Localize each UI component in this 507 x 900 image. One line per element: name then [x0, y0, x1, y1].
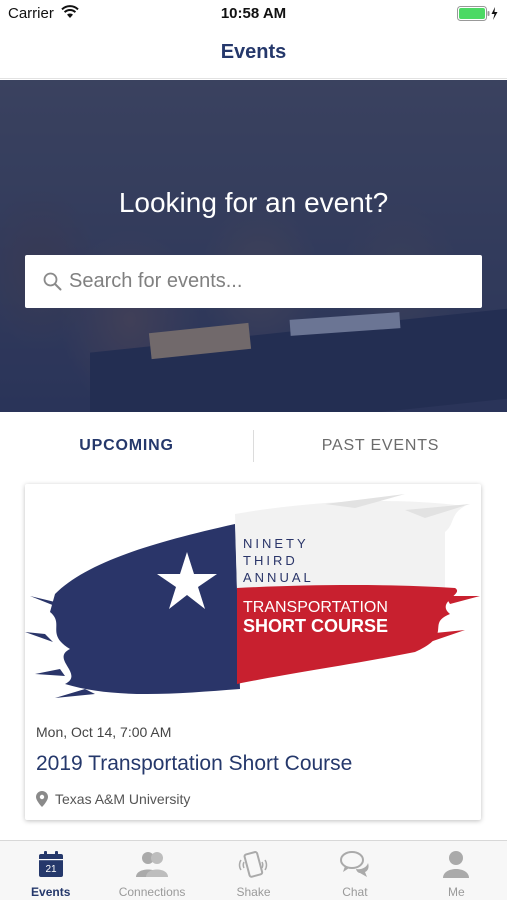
tab-bar-me[interactable]: Me	[406, 841, 507, 900]
tab-bar-label: Shake	[236, 885, 271, 899]
tab-bar-label: Events	[31, 885, 71, 899]
hero-banner: Looking for an event?	[0, 80, 507, 412]
event-date: Mon, Oct 14, 7:00 AM	[36, 724, 172, 740]
event-location: Texas A&M University	[36, 790, 190, 808]
event-location-label: Texas A&M University	[55, 791, 191, 807]
battery-charging-icon	[457, 6, 498, 21]
event-card[interactable]: NINETY THIRD ANNUAL TRANSPORTATION SHORT…	[25, 484, 481, 820]
status-bar: Carrier 10:58 AM	[0, 0, 507, 28]
calendar-badge: 21	[45, 864, 57, 875]
tab-bar-connections[interactable]: Connections	[101, 841, 202, 900]
hero-title: Looking for an event?	[118, 187, 389, 218]
bottom-tab-bar: 21 Events Connections Shake Chat Me	[0, 840, 507, 900]
tab-bar-chat[interactable]: Chat	[304, 841, 405, 900]
chat-bubbles-icon	[339, 851, 369, 877]
calendar-icon: 21	[38, 851, 63, 877]
tab-bar-label: Me	[447, 885, 465, 899]
person-icon	[443, 851, 470, 878]
navigation-bar: Events	[0, 28, 507, 79]
logo-text-short-course: SHORT COURSE	[243, 616, 388, 636]
tab-upcoming[interactable]: UPCOMING	[0, 412, 253, 480]
tab-bar-shake[interactable]: Shake	[203, 841, 304, 900]
tab-bar-label: Connections	[118, 885, 186, 899]
search-input[interactable]	[69, 255, 469, 308]
tab-bar-events[interactable]: 21 Events	[0, 841, 101, 900]
location-pin-icon	[36, 791, 48, 807]
search-icon	[43, 272, 62, 291]
event-tabs: UPCOMING PAST EVENTS	[0, 412, 507, 480]
event-title[interactable]: 2019 Transportation Short Course	[36, 752, 352, 776]
logo-text-third: THIRD	[243, 553, 298, 568]
tab-past-events[interactable]: PAST EVENTS	[254, 412, 507, 480]
status-time: 10:58 AM	[220, 5, 287, 22]
phone-shake-icon	[239, 851, 268, 878]
logo-text-ninety: NINETY	[243, 536, 309, 551]
people-icon	[136, 852, 169, 877]
tab-bar-label: Chat	[342, 885, 368, 899]
hero-overlay	[0, 80, 507, 412]
logo-text-annual: ANNUAL	[243, 570, 314, 585]
page-title: Events	[220, 41, 287, 63]
event-logo: NINETY THIRD ANNUAL TRANSPORTATION SHORT…	[25, 494, 480, 698]
search-box[interactable]	[25, 255, 482, 308]
logo-text-transportation: TRANSPORTATION	[243, 599, 388, 616]
